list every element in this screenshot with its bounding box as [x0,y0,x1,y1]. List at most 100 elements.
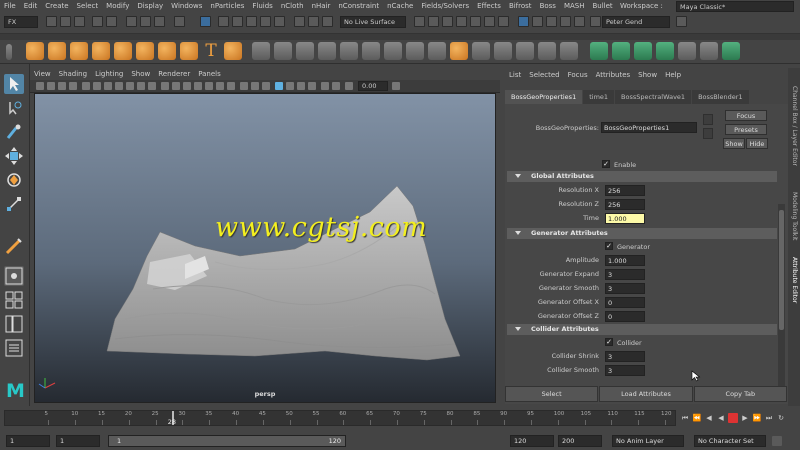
ae-menu-show[interactable]: Show [634,71,661,79]
ae-scrollbar[interactable] [778,204,785,402]
poly-plane-icon[interactable] [114,42,132,60]
target-weld-icon[interactable] [494,42,512,60]
collider-shrink-field[interactable]: 3 [605,351,645,362]
rotate-tool-icon[interactable] [4,170,24,190]
load-attributes-button[interactable]: Load Attributes [599,386,693,402]
tab-bossblender1[interactable]: BossBlender1 [692,90,749,104]
copy-tab-button[interactable]: Copy Tab [693,386,787,402]
arnold-render-icon[interactable] [498,16,509,27]
smooth-shade-icon[interactable] [172,82,180,90]
hypershade-icon[interactable] [484,16,495,27]
four-view-layout-icon[interactable] [4,290,24,310]
paint-select-tool-icon[interactable] [4,122,24,142]
menu-mash[interactable]: MASH [560,2,589,10]
anti-aliasing-icon[interactable] [262,82,270,90]
shelf-menu-icon[interactable] [6,44,12,60]
poly-cone-icon[interactable] [92,42,110,60]
viewport-menu-show[interactable]: Show [127,70,154,78]
step-back-key-icon[interactable]: ⏪ [692,413,702,423]
camera-attributes-icon[interactable] [47,82,55,90]
select-component-icon[interactable] [154,16,165,27]
use-all-lights-icon[interactable] [216,82,224,90]
ae-menu-attributes[interactable]: Attributes [592,71,635,79]
select-handles-icon[interactable] [218,16,229,27]
connect-icon[interactable] [516,42,534,60]
select-hierarchy-icon[interactable] [126,16,137,27]
append-polygon-icon[interactable] [428,42,446,60]
extrude-icon[interactable] [384,42,402,60]
viewport-menu-shading[interactable]: Shading [55,70,91,78]
menu-edit[interactable]: Edit [20,2,42,10]
hide-button[interactable]: Hide [746,138,768,149]
tab-bossgeoproperties1[interactable]: BossGeoProperties1 [505,90,583,104]
ae-menu-list[interactable]: List [505,71,525,79]
modeling-toolkit-icon[interactable] [518,16,529,27]
move-tool-icon[interactable] [4,146,24,166]
menu-nparticles[interactable]: nParticles [206,2,248,10]
ae-menu-selected[interactable]: Selected [525,71,563,79]
range-slider[interactable]: 1 120 [108,435,346,447]
image-plane-icon[interactable] [69,82,77,90]
gate-mask-icon[interactable] [115,82,123,90]
live-surface-field[interactable]: No Live Surface [340,16,406,28]
render-settings-icon[interactable] [470,16,481,27]
shadows-icon[interactable] [227,82,235,90]
boolean-icon[interactable] [318,42,336,60]
xray-joints-icon[interactable] [308,82,316,90]
select-mask-icon[interactable] [200,16,211,27]
resolution-gate-icon[interactable] [104,82,112,90]
step-back-frame-icon[interactable]: ◀ [704,413,714,423]
select-object-icon[interactable] [140,16,151,27]
user-icon[interactable] [590,16,601,27]
default-material-icon[interactable] [183,82,191,90]
field-chart-icon[interactable] [126,82,134,90]
separate-icon[interactable] [274,42,292,60]
time-field[interactable]: 1.000 [605,213,645,224]
text-tool-icon[interactable]: T [202,42,220,60]
menu-file[interactable]: File [0,2,20,10]
grid-toggle-icon[interactable] [82,82,90,90]
global-attributes-header[interactable]: Global Attributes [507,171,777,182]
generator-offset-z-field[interactable]: 0 [605,311,645,322]
menu-bifrost[interactable]: Bifrost [505,2,536,10]
outliner-layout-icon[interactable] [4,338,24,358]
side-tab-channel-box[interactable]: Channel Box / Layer Editor [788,72,800,180]
user-account-dropdown[interactable]: Peter Gend [602,16,670,28]
screen-space-reflection-icon[interactable] [332,82,340,90]
animation-end-field[interactable]: 200 [558,435,602,447]
edge-loop-icon[interactable] [560,42,578,60]
play-backward-icon[interactable]: ◀ [716,413,726,423]
preferences-icon[interactable] [772,436,782,446]
planar-map-icon[interactable] [612,42,630,60]
motion-blur-icon[interactable] [251,82,259,90]
xray-icon[interactable] [286,82,294,90]
xray-active-icon[interactable] [297,82,305,90]
exposure-field[interactable]: 0.00 [358,81,388,91]
multi-cut-icon[interactable] [472,42,490,60]
fill-hole-icon[interactable] [450,42,468,60]
redo-icon[interactable] [106,16,117,27]
save-scene-icon[interactable] [74,16,85,27]
gamma-icon[interactable] [392,82,400,90]
enable-checkbox[interactable]: ✓ [602,160,610,168]
menu-nconstraint[interactable]: nConstraint [334,2,383,10]
menu-ncloth[interactable]: nCloth [277,2,308,10]
poly-cylinder-icon[interactable] [70,42,88,60]
poly-sphere-icon[interactable] [26,42,44,60]
generator-offset-x-field[interactable]: 0 [605,297,645,308]
resolution-z-field[interactable]: 256 [605,199,645,210]
playback-end-field[interactable]: 120 [510,435,554,447]
tab-bossspectralwave1[interactable]: BossSpectralWave1 [615,90,692,104]
loop-icon[interactable]: ↻ [776,413,786,423]
persp-outliner-layout-icon[interactable] [4,314,24,334]
tab-time1[interactable]: time1 [583,90,615,104]
menu-create[interactable]: Create [41,2,72,10]
safe-title-icon[interactable] [148,82,156,90]
ae-menu-help[interactable]: Help [661,71,685,79]
collider-attributes-header[interactable]: Collider Attributes [507,324,777,335]
svg-tool-icon[interactable] [224,42,242,60]
terrain-mesh[interactable] [35,94,496,403]
camera-select-icon[interactable] [36,82,44,90]
node-name-field[interactable]: BossGeoProperties1 [601,122,697,133]
collider-smooth-field[interactable]: 3 [605,365,645,376]
